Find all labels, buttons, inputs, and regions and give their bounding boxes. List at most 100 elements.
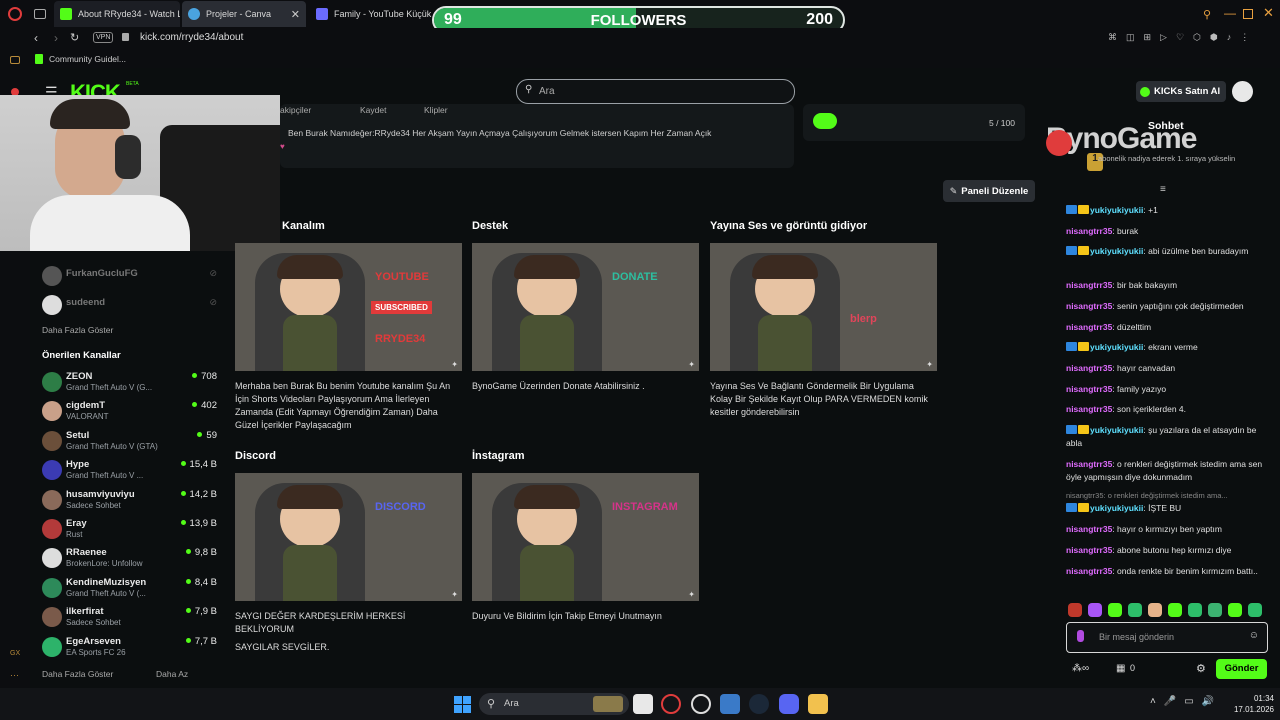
show-more-link-2[interactable]: Daha Fazla Göster <box>42 669 113 679</box>
show-less-link[interactable]: Daha Az <box>156 669 188 679</box>
settings-gear-icon[interactable]: ⚙ <box>1196 662 1206 675</box>
tab-youtube[interactable]: Family - YouTube Küçük F <box>310 1 434 27</box>
close-window-icon[interactable]: ✕ <box>1263 5 1274 21</box>
recommended-channel[interactable]: KendineMuzisyen Grand Theft Auto V (... 8,… <box>42 576 217 605</box>
panel-image[interactable]: DONATE ✦ <box>472 243 699 371</box>
chatgpt-taskbar-icon[interactable] <box>691 694 711 714</box>
minimize-icon[interactable]: — <box>1224 6 1236 20</box>
chat-username[interactable]: yukiyukiyukii <box>1090 246 1143 256</box>
recommended-channel[interactable]: Setul Grand Theft Auto V (GTA) 59 <box>42 429 217 458</box>
recommended-channel[interactable]: RRaenee BrokenLore: Unfollow 9,8 B <box>42 546 217 575</box>
app-taskbar-icon[interactable] <box>720 694 740 714</box>
buy-kicks-button[interactable]: KICKs Satın Al <box>1136 81 1226 102</box>
task-view-icon[interactable] <box>633 694 653 714</box>
reload-icon[interactable]: ↻ <box>70 31 79 44</box>
user-avatar[interactable] <box>1232 81 1253 102</box>
extension-icons[interactable]: ⌘◫⊞▷♡⬡⬢♪⋮ <box>1108 32 1258 43</box>
recommended-channel[interactable]: husamviyuviyu Sadece Sohbet 14,2 B <box>42 488 217 517</box>
emote-icon[interactable] <box>1088 603 1102 617</box>
avatar-hair <box>514 255 580 279</box>
edit-panel-button[interactable]: ✎ Paneli Düzenle <box>943 180 1035 202</box>
tab-canva[interactable]: Projeler - Canva ✕ <box>182 1 306 27</box>
opera-gx-taskbar-icon[interactable] <box>661 694 681 714</box>
mic-icon[interactable] <box>1077 630 1084 642</box>
followed-channel[interactable]: FurkanGucluFG ⊘ <box>42 264 217 293</box>
opera-gx-logo-icon[interactable] <box>8 7 22 21</box>
offline-icon: ⊘ <box>209 268 217 278</box>
tab-kick[interactable]: About RRyde34 - Watch L <box>54 1 180 27</box>
emote-icon[interactable] <box>1108 603 1122 617</box>
emote-icon[interactable] <box>1128 603 1142 617</box>
wallet-icon[interactable] <box>10 56 20 64</box>
emote-icon[interactable] <box>1148 603 1162 617</box>
panel-image[interactable]: INSTAGRAM ✦ <box>472 473 699 601</box>
expand-icon[interactable]: ✦ <box>688 590 695 599</box>
forward-icon[interactable]: › <box>54 31 58 45</box>
panel-image[interactable]: blerp ✦ <box>710 243 937 371</box>
bookmark-community[interactable]: Community Guidel... <box>49 54 126 64</box>
panel-description: BynoGame Üzerinden Donate Atabilirsiniz … <box>472 381 645 391</box>
discord-taskbar-icon[interactable] <box>779 694 799 714</box>
panel-image[interactable]: YOUTUBE SUBSCRIBED RRYDE34 ✦ <box>235 243 462 371</box>
recommended-channel[interactable]: ZEON Grand Theft Auto V (G... 708 <box>42 370 217 399</box>
file-explorer-taskbar-icon[interactable] <box>808 694 828 714</box>
recommended-channel[interactable]: ilkerfirat Sadece Sohbet 7,9 B <box>42 605 217 634</box>
chat-username[interactable]: yukiyukiyukii <box>1090 205 1143 215</box>
chat-username[interactable]: nisangtrr35 <box>1066 545 1112 555</box>
chat-username[interactable]: nisangtrr35 <box>1066 280 1112 290</box>
expand-icon[interactable]: ✦ <box>451 590 458 599</box>
windows-start-icon[interactable] <box>454 696 471 713</box>
vpn-badge[interactable]: VPN <box>93 32 114 43</box>
recommended-channel[interactable]: Hype Grand Theft Auto V ... 15,4 B <box>42 458 217 487</box>
chat-username[interactable]: yukiyukiyukii <box>1090 425 1143 435</box>
expand-icon[interactable]: ✦ <box>451 360 458 369</box>
chat-username[interactable]: nisangtrr35 <box>1066 301 1112 311</box>
emote-icon[interactable] <box>1208 603 1222 617</box>
emoji-icon[interactable]: ☺ <box>1249 630 1259 641</box>
followed-channel[interactable]: sudeend ⊘ <box>42 293 217 322</box>
infinity-icon[interactable]: ⁂∞ <box>1072 663 1089 674</box>
emote-icon[interactable] <box>1168 603 1182 617</box>
url-field[interactable]: kick.com/rryde34/about <box>140 32 243 43</box>
save-fragment[interactable]: Kaydet <box>360 105 386 115</box>
taskbar-search[interactable]: ⚲ Ara <box>479 693 629 715</box>
chat-username[interactable]: nisangtrr35 <box>1066 363 1112 373</box>
tray-icons[interactable]: ˄🎤▭🔊 <box>1150 696 1222 707</box>
recommended-channel[interactable]: Eray Rust 13,9 B <box>42 517 217 546</box>
chat-filter-icon[interactable]: ≡ <box>1160 184 1166 195</box>
chat-username[interactable]: nisangtrr35 <box>1066 384 1112 394</box>
recommended-channel[interactable]: cigdemT VALORANT 402 <box>42 399 217 428</box>
expand-icon[interactable]: ✦ <box>688 360 695 369</box>
chat-username[interactable]: yukiyukiyukii <box>1090 503 1143 513</box>
reply-preview[interactable]: nisangtrr35: o renkleri değiştirmek iste… <box>1066 489 1266 502</box>
back-icon[interactable]: ‹ <box>34 31 38 45</box>
expand-icon[interactable]: ✦ <box>926 360 933 369</box>
search-icon[interactable]: ⚲ <box>1203 8 1211 21</box>
gx-icon[interactable]: GX <box>10 650 20 657</box>
channel-name: FurkanGucluFG <box>66 268 138 279</box>
chat-input[interactable]: Bir mesaj gönderin ☺ <box>1066 622 1268 653</box>
steam-taskbar-icon[interactable] <box>749 694 769 714</box>
show-more-link[interactable]: Daha Fazla Göster <box>42 325 113 335</box>
search-box[interactable]: ⚲ Ara <box>516 79 795 104</box>
send-button[interactable]: Gönder <box>1216 659 1267 679</box>
chat-username[interactable]: nisangtrr35 <box>1066 459 1112 469</box>
recommended-channel[interactable]: EgeArseven EA Sports FC 26 7,7 B <box>42 635 217 664</box>
chat-username[interactable]: nisangtrr35 <box>1066 524 1112 534</box>
emote-icon[interactable] <box>1188 603 1202 617</box>
chat-username[interactable]: nisangtrr35 <box>1066 566 1112 576</box>
chat-username[interactable]: nisangtrr35 <box>1066 226 1112 236</box>
chat-username[interactable]: yukiyukiyukii <box>1090 342 1143 352</box>
maximize-icon[interactable] <box>1243 9 1253 19</box>
emote-icon[interactable] <box>1068 603 1082 617</box>
close-tab-icon[interactable]: ✕ <box>291 8 300 21</box>
more-icon[interactable]: ··· <box>10 670 19 680</box>
panel-overlay-text: YOUTUBE <box>375 271 429 283</box>
tab-overview-icon[interactable] <box>34 9 46 19</box>
chat-username[interactable]: nisangtrr35 <box>1066 404 1112 414</box>
emote-icon[interactable] <box>1248 603 1262 617</box>
clips-fragment[interactable]: Klipler <box>424 105 448 115</box>
emote-icon[interactable] <box>1228 603 1242 617</box>
panel-image[interactable]: DISCORD ✦ <box>235 473 462 601</box>
chat-username[interactable]: nisangtrr35 <box>1066 322 1112 332</box>
